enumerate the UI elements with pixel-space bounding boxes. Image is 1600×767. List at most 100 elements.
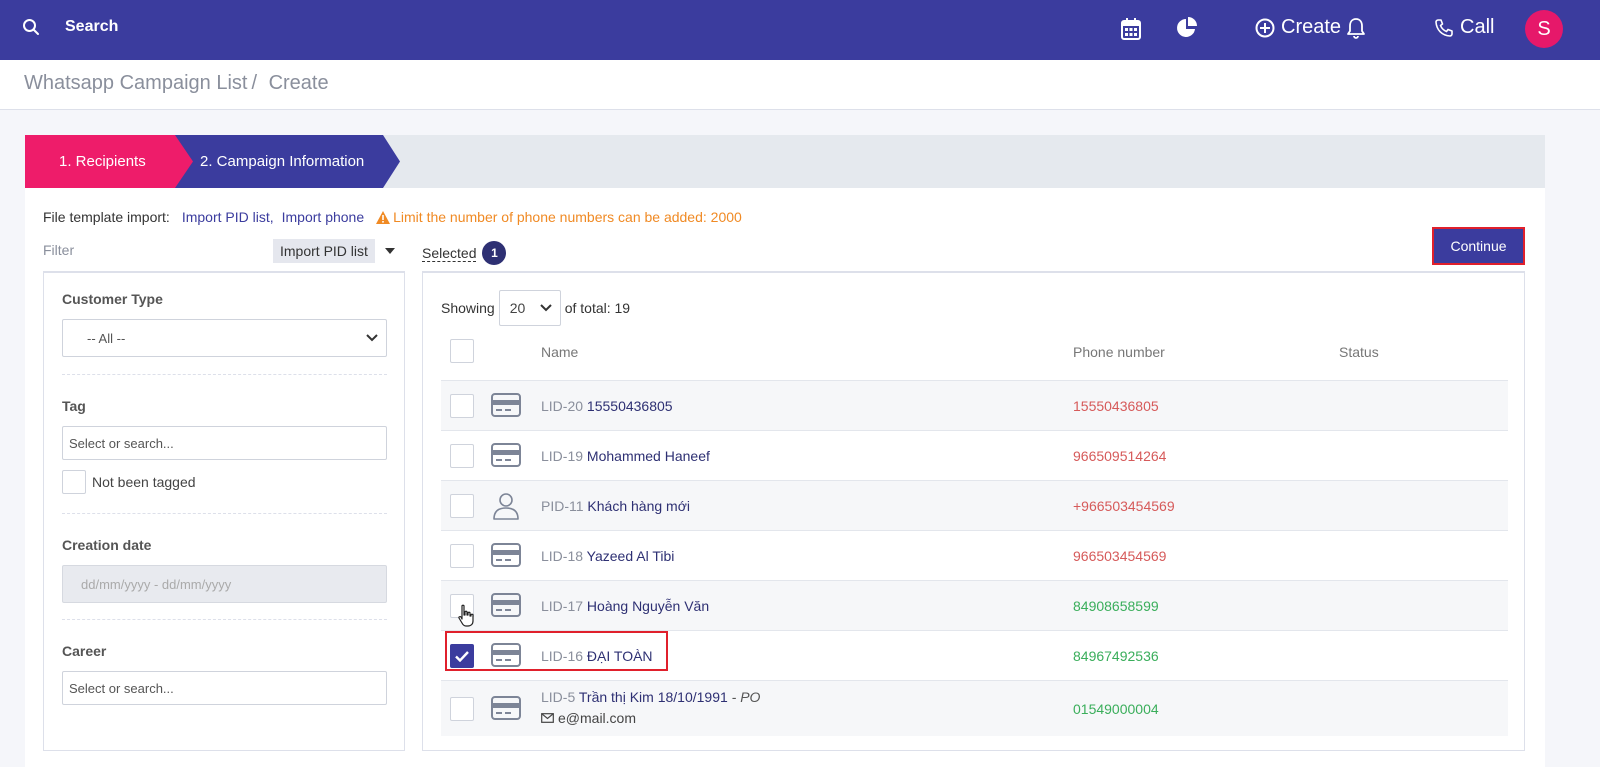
- filter-divider: [62, 513, 387, 514]
- contact-phone: 966509514264: [1073, 448, 1167, 464]
- search-icon: [23, 19, 39, 35]
- filter-divider: [62, 374, 387, 375]
- table-row[interactable]: PID-11 Khách hàng mới +966503454569: [441, 480, 1508, 530]
- not-tagged-checkbox-box[interactable]: [62, 470, 86, 494]
- avatar[interactable]: S: [1525, 10, 1563, 48]
- filter-panel: Customer Type -- All -- Tag Select or se…: [43, 271, 405, 751]
- contact-name-text: Trần thị Kim 18/10/1991: [575, 689, 728, 705]
- id-card-icon: [491, 442, 521, 473]
- create-button[interactable]: Create: [1255, 16, 1341, 39]
- filter-divider: [62, 619, 387, 620]
- contact-phone: 84908658599: [1073, 598, 1159, 614]
- search-button[interactable]: Search: [22, 18, 118, 36]
- contact-name[interactable]: LID-17 Hoàng Nguyễn Văn: [541, 598, 709, 614]
- call-button[interactable]: Call: [1434, 16, 1494, 39]
- step-campaign-information[interactable]: 2. Campaign Information: [165, 135, 400, 188]
- contact-id: LID-20: [541, 398, 584, 414]
- contact-name[interactable]: PID-11 Khách hàng mới: [541, 498, 690, 514]
- contact-phone: +966503454569: [1073, 498, 1175, 514]
- contact-name-text: Khách hàng mới: [583, 498, 691, 514]
- table-row[interactable]: LID-16 ĐẠI TOÀN 84967492536: [441, 630, 1508, 680]
- page-size-select[interactable]: 20: [498, 290, 561, 326]
- contact-id: LID-5: [541, 689, 576, 705]
- filter-label: Filter: [43, 242, 75, 258]
- tag-label: Tag: [62, 398, 86, 414]
- breadcrumb-campaign-list[interactable]: Whatsapp Campaign List: [24, 72, 247, 94]
- row-checkbox[interactable]: [450, 394, 474, 418]
- contact-name[interactable]: LID-18 Yazeed Al Tibi: [541, 548, 674, 564]
- row-checkbox[interactable]: [450, 494, 474, 518]
- limit-warning: Limit the number of phone numbers can be…: [376, 209, 742, 225]
- not-tagged-checkbox[interactable]: Not been tagged: [62, 470, 196, 494]
- plus-circle-icon: [1255, 18, 1275, 37]
- creation-date-label: Creation date: [62, 537, 152, 553]
- contact-name[interactable]: LID-20 15550436805: [541, 398, 673, 414]
- selected-label: Selected: [422, 244, 477, 262]
- row-checkbox[interactable]: [450, 544, 474, 568]
- chevron-down-icon: [366, 334, 378, 342]
- row-checkbox[interactable]: [450, 697, 474, 721]
- customer-type-value: -- All --: [87, 330, 126, 346]
- contact-name-text: ĐẠI TOÀN: [583, 648, 653, 664]
- contact-name[interactable]: LID-16 ĐẠI TOÀN: [541, 648, 653, 664]
- import-pid-list-dropdown[interactable]: Import PID list: [273, 239, 405, 263]
- caret-down-icon: [374, 239, 405, 263]
- contact-email-text: e@mail.com: [558, 710, 637, 726]
- creation-date-range-input[interactable]: dd/mm/yyyy - dd/mm/yyyy: [62, 565, 387, 603]
- import-pid-list-link[interactable]: Import PID list,: [182, 209, 274, 225]
- contact-name-text: Yazeed Al Tibi: [583, 548, 675, 564]
- import-phone-link[interactable]: Import phone: [282, 209, 365, 225]
- calendar-icon[interactable]: [1120, 17, 1142, 46]
- tag-search-input[interactable]: Select or search...: [62, 426, 387, 460]
- showing-label: Showing: [441, 300, 495, 316]
- column-header-phone[interactable]: Phone number: [1073, 344, 1165, 360]
- contact-tag: - PO: [727, 689, 761, 705]
- table-row[interactable]: LID-17 Hoàng Nguyễn Văn 84908658599: [441, 580, 1508, 630]
- id-card-icon: [491, 392, 521, 423]
- table-row[interactable]: LID-20 15550436805 15550436805: [441, 380, 1508, 430]
- table-row[interactable]: LID-19 Mohammed Haneef 966509514264: [441, 430, 1508, 480]
- career-label: Career: [62, 643, 107, 659]
- total-count: of total: 19: [564, 300, 631, 316]
- contact-id: LID-16: [541, 648, 584, 664]
- row-checkbox[interactable]: [450, 444, 474, 468]
- id-card-icon: [491, 592, 521, 623]
- contact-email: e@mail.com: [541, 710, 636, 726]
- contact-id: LID-17: [541, 598, 584, 614]
- career-search-input[interactable]: Select or search...: [62, 671, 387, 705]
- id-card-icon: [491, 542, 521, 573]
- step-recipients[interactable]: 1. Recipients: [25, 135, 193, 188]
- table-row[interactable]: LID-18 Yazeed Al Tibi 966503454569: [441, 530, 1508, 580]
- create-label: Create: [1281, 16, 1342, 38]
- select-all-checkbox[interactable]: [450, 339, 474, 363]
- contact-name-text: Hoàng Nguyễn Văn: [583, 598, 710, 614]
- campaign-create-card: 1. Recipients 2. Campaign Information Fi…: [25, 135, 1545, 767]
- customer-type-select[interactable]: -- All --: [62, 319, 387, 357]
- user-icon: [491, 492, 521, 525]
- row-checkbox[interactable]: [450, 644, 474, 668]
- selected-tab[interactable]: Selected 1: [422, 241, 507, 265]
- contact-name-text: Mohammed Haneef: [583, 448, 710, 464]
- column-header-status[interactable]: Status: [1339, 344, 1379, 360]
- contact-phone: 84967492536: [1073, 648, 1159, 664]
- step-indicator: 1. Recipients 2. Campaign Information: [25, 135, 1545, 188]
- import-select-value: Import PID list: [273, 239, 375, 263]
- id-card-icon: [491, 642, 521, 673]
- breadcrumb-bar: Whatsapp Campaign List / Create: [0, 60, 1600, 110]
- contact-phone: 01549000004: [1073, 701, 1159, 717]
- contact-name-text: 15550436805: [583, 398, 673, 414]
- pie-chart-icon[interactable]: [1176, 17, 1198, 44]
- id-card-icon: [491, 695, 521, 726]
- continue-button[interactable]: Continue: [1432, 227, 1525, 265]
- table-row[interactable]: LID-5 Trần thị Kim 18/10/1991 - PO e@mail…: [441, 680, 1508, 736]
- breadcrumb: Whatsapp Campaign List / Create: [24, 72, 329, 95]
- template-import-row: File template import: Import PID list, I…: [43, 209, 742, 225]
- contact-id: LID-19: [541, 448, 584, 464]
- top-navbar: Search Create Call S: [0, 0, 1600, 60]
- bell-icon[interactable]: [1346, 17, 1366, 44]
- contact-name[interactable]: LID-5 Trần thị Kim 18/10/1991 - PO: [541, 689, 760, 705]
- phone-icon: [1435, 18, 1453, 37]
- chevron-down-icon: [539, 304, 552, 312]
- contact-name[interactable]: LID-19 Mohammed Haneef: [541, 448, 710, 464]
- column-header-name[interactable]: Name: [541, 344, 578, 360]
